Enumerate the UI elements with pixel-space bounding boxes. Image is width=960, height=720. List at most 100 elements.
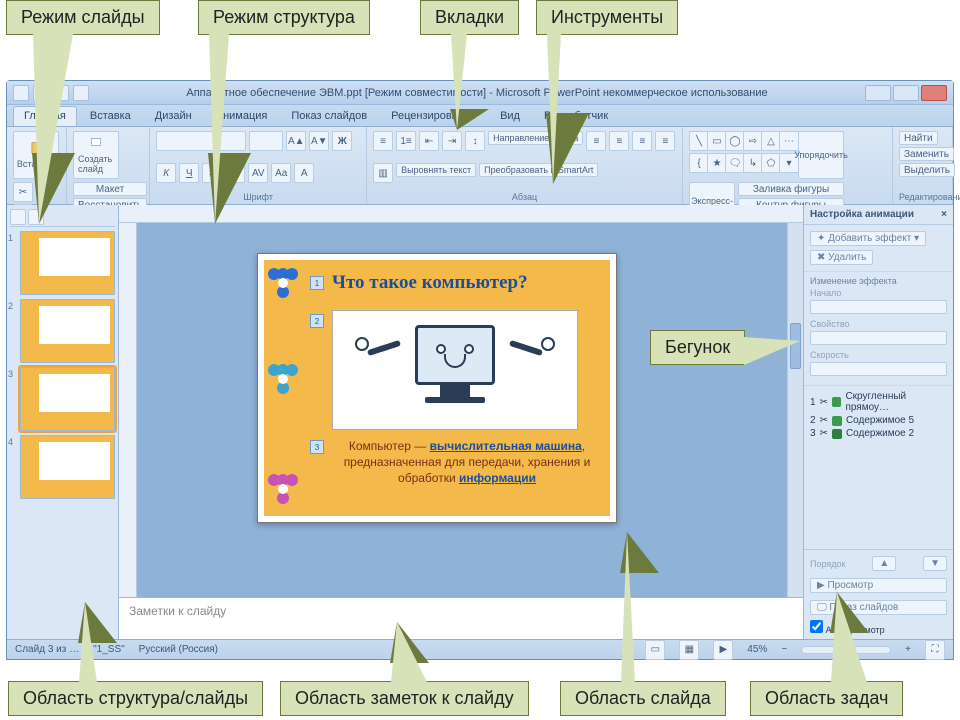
line-spacing-icon[interactable]: ↕ bbox=[465, 131, 485, 151]
new-slide-button[interactable]: Создать слайд bbox=[73, 131, 119, 179]
start-select[interactable] bbox=[810, 300, 947, 314]
add-effect-button[interactable]: ✦ Добавить эффект ▾ bbox=[810, 231, 926, 246]
zoom-out-icon[interactable]: − bbox=[781, 644, 787, 655]
slides-outline-pane: 1 2 3 4 bbox=[7, 205, 119, 639]
redo-icon[interactable] bbox=[73, 85, 89, 101]
maximize-button[interactable] bbox=[893, 85, 919, 101]
callout-tail bbox=[744, 337, 800, 365]
sorter-view-icon[interactable]: ▦ bbox=[679, 640, 699, 660]
remove-effect-button[interactable]: ✖ Удалить bbox=[810, 250, 873, 265]
font-family-select[interactable] bbox=[156, 131, 246, 151]
font-size-select[interactable] bbox=[249, 131, 283, 151]
indent-decrease-icon[interactable]: ⇤ bbox=[419, 131, 439, 151]
slides-tab-icon[interactable] bbox=[10, 209, 26, 225]
shape-oval-icon[interactable]: ◯ bbox=[725, 131, 745, 151]
status-language[interactable]: Русский (Россия) bbox=[139, 644, 218, 655]
callout-tail bbox=[33, 34, 73, 224]
underline-icon[interactable]: Ч bbox=[179, 163, 199, 183]
notes-pane[interactable]: Заметки к слайду bbox=[119, 597, 803, 639]
grow-font-icon[interactable]: A▲ bbox=[286, 131, 306, 151]
shape-line-icon[interactable]: ╲ bbox=[689, 131, 709, 151]
normal-view-icon[interactable]: ▭ bbox=[645, 640, 665, 660]
speed-select[interactable] bbox=[810, 362, 947, 376]
align-right-icon[interactable]: ≡ bbox=[632, 131, 652, 151]
cut-icon[interactable]: ✂ bbox=[13, 182, 33, 202]
minimize-button[interactable] bbox=[865, 85, 891, 101]
tab-slideshow[interactable]: Показ слайдов bbox=[280, 106, 378, 126]
slide-canvas[interactable]: 1 2 3 Что такое компьютер? bbox=[137, 223, 787, 597]
vertical-scrollbar[interactable] bbox=[787, 223, 803, 597]
anim-tag-3[interactable]: 3 bbox=[310, 440, 324, 454]
shape-curly-icon[interactable]: { bbox=[689, 153, 709, 173]
arrange-button[interactable]: Упорядочить bbox=[798, 131, 844, 179]
anim-tag-1[interactable]: 1 bbox=[310, 276, 324, 290]
callout-label: Область задач bbox=[765, 688, 888, 708]
indent-increase-icon[interactable]: ⇥ bbox=[442, 131, 462, 151]
layout-button[interactable]: Макет bbox=[73, 182, 147, 196]
replace-button[interactable]: Заменить bbox=[899, 147, 954, 161]
group-paragraph: ≡ 1≡ ⇤ ⇥ ↕ Направление текста ≡ ≡ ≡ ≡ ▥ … bbox=[367, 127, 683, 204]
shape-callout-icon[interactable]: 🗨 bbox=[725, 153, 745, 173]
shape-star-icon[interactable]: ★ bbox=[707, 153, 727, 173]
group-editing: Найти Заменить Выделить Редактирование bbox=[893, 127, 953, 204]
callout-outline-pane: Область структура/слайды bbox=[8, 681, 263, 716]
align-left-icon[interactable]: ≡ bbox=[586, 131, 606, 151]
shape-fill-button[interactable]: Заливка фигуры bbox=[738, 182, 844, 196]
app-window: Аппаратное обеспечение ЭВМ.ppt [Режим со… bbox=[6, 80, 954, 660]
slide-thumb-3[interactable]: 3 bbox=[10, 367, 115, 431]
reorder-down-icon[interactable]: ▼ bbox=[923, 556, 947, 571]
select-button[interactable]: Выделить bbox=[899, 163, 955, 177]
italic-icon[interactable]: К bbox=[156, 163, 176, 183]
current-slide[interactable]: 1 2 3 Что такое компьютер? bbox=[257, 253, 617, 523]
slide-picture[interactable] bbox=[332, 310, 578, 430]
fit-window-icon[interactable]: ⛶ bbox=[925, 640, 945, 660]
slideshow-view-icon[interactable]: ▶ bbox=[713, 640, 733, 660]
change-case-icon[interactable]: Aa bbox=[271, 163, 291, 183]
office-button[interactable] bbox=[13, 85, 29, 101]
tab-design[interactable]: Дизайн bbox=[144, 106, 203, 126]
task-pane: Настройка анимации × ✦ Добавить эффект ▾… bbox=[803, 205, 953, 639]
reorder-up-icon[interactable]: ▲ bbox=[872, 556, 896, 571]
shape-arrow-icon[interactable]: ⇨ bbox=[743, 131, 763, 151]
slide-thumb-2[interactable]: 2 bbox=[10, 299, 115, 363]
shape-more-icon[interactable]: ⋯ bbox=[779, 131, 799, 151]
property-select[interactable] bbox=[810, 331, 947, 345]
zoom-in-icon[interactable]: + bbox=[905, 644, 911, 655]
find-button[interactable]: Найти bbox=[899, 131, 938, 145]
shape-rect-icon[interactable]: ▭ bbox=[707, 131, 727, 151]
effect-item[interactable]: 2✂Содержимое 5 bbox=[806, 414, 951, 427]
shape-connector-icon[interactable]: ↳ bbox=[743, 153, 763, 173]
slide-title[interactable]: Что такое компьютер? bbox=[332, 272, 602, 294]
anim-tag-2[interactable]: 2 bbox=[310, 314, 324, 328]
tab-view[interactable]: Вид bbox=[489, 106, 531, 126]
callout-label: Вкладки bbox=[435, 7, 504, 27]
taskpane-close-icon[interactable]: × bbox=[941, 209, 947, 220]
flower-icon bbox=[268, 474, 298, 504]
play-button[interactable]: ▶ Просмотр bbox=[810, 578, 947, 593]
effect-item[interactable]: 1✂Скругленный прямоу… bbox=[806, 390, 951, 414]
slide-body-text[interactable]: Компьютер — вычислительная машина, предн… bbox=[332, 438, 602, 487]
shrink-font-icon[interactable]: A▼ bbox=[309, 131, 329, 151]
tab-insert[interactable]: Вставка bbox=[79, 106, 142, 126]
close-button[interactable] bbox=[921, 85, 947, 101]
numbering-icon[interactable]: 1≡ bbox=[396, 131, 416, 151]
shapes-gallery[interactable]: ╲ ▭ ◯ ⇨ △ ⋯ { ★ 🗨 ↳ ⬠ ▾ bbox=[689, 131, 795, 173]
bullets-icon[interactable]: ≡ bbox=[373, 131, 393, 151]
bold-icon[interactable]: Ж bbox=[332, 131, 352, 151]
callout-label: Область структура/слайды bbox=[23, 688, 248, 708]
font-color-icon[interactable]: A bbox=[294, 163, 314, 183]
align-text-button[interactable]: Выровнять текст bbox=[396, 163, 476, 177]
callout-tail bbox=[79, 602, 97, 682]
zoom-value[interactable]: 45% bbox=[747, 644, 767, 655]
shape-poly-icon[interactable]: ⬠ bbox=[761, 153, 781, 173]
shape-tri-icon[interactable]: △ bbox=[761, 131, 781, 151]
effect-item[interactable]: 3✂Содержимое 2 bbox=[806, 427, 951, 440]
columns-icon[interactable]: ▥ bbox=[373, 163, 393, 183]
align-justify-icon[interactable]: ≡ bbox=[655, 131, 675, 151]
slide-thumb-1[interactable]: 1 bbox=[10, 231, 115, 295]
taskpane-modify: Изменение эффекта Начало Свойство Скорос… bbox=[804, 272, 953, 386]
char-spacing-icon[interactable]: AV bbox=[248, 163, 268, 183]
slide-thumb-4[interactable]: 4 bbox=[10, 435, 115, 499]
align-center-icon[interactable]: ≡ bbox=[609, 131, 629, 151]
callout-tools: Инструменты bbox=[536, 0, 678, 35]
